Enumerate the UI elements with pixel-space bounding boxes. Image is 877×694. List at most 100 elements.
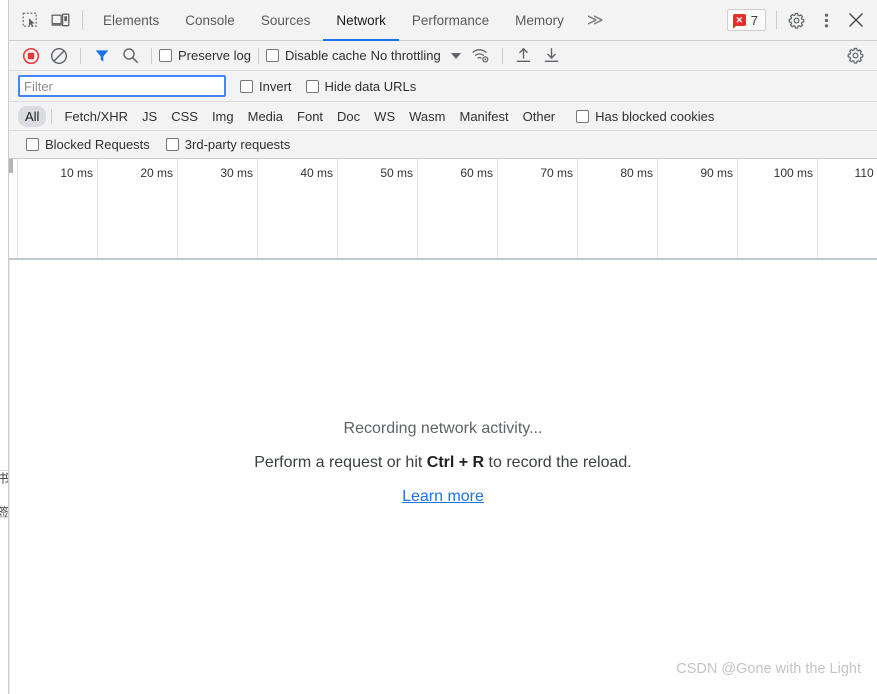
blocked-requests-label: Blocked Requests bbox=[45, 137, 150, 152]
kebab-menu-icon[interactable] bbox=[811, 0, 841, 40]
type-filter-js[interactable]: JS bbox=[135, 106, 164, 127]
type-filter-divider bbox=[51, 108, 53, 124]
devtools-tabs: Elements Console Sources Network Perform… bbox=[90, 0, 577, 41]
tab-sources[interactable]: Sources bbox=[248, 0, 324, 40]
timeline-tick-label: 50 ms bbox=[380, 166, 413, 180]
tab-console[interactable]: Console bbox=[172, 0, 248, 40]
chevron-down-icon bbox=[450, 52, 461, 59]
network-conditions-icon[interactable] bbox=[467, 43, 495, 69]
record-button[interactable] bbox=[17, 43, 45, 69]
timeline-tick-label: 60 ms bbox=[460, 166, 493, 180]
browser-vertical-label: 书签 bbox=[0, 472, 9, 540]
invert-label: Invert bbox=[259, 78, 292, 94]
more-tabs-icon[interactable]: ≫ bbox=[577, 0, 612, 40]
throttling-value: No throttling bbox=[370, 48, 441, 63]
hint-text-before: Perform a request or hit bbox=[254, 454, 427, 471]
tabbar-divider bbox=[82, 10, 83, 30]
timeline-tick-label: 40 ms bbox=[300, 166, 333, 180]
timeline-tick-label: 70 ms bbox=[540, 166, 573, 180]
tab-memory[interactable]: Memory bbox=[502, 0, 577, 40]
preserve-log-checkbox[interactable]: Preserve log bbox=[159, 48, 251, 63]
type-filter-wasm[interactable]: Wasm bbox=[402, 106, 452, 127]
timeline-tick-label: 100 ms bbox=[773, 166, 813, 180]
left-strip-divider-bottom bbox=[0, 517, 8, 518]
type-filter-img[interactable]: Img bbox=[205, 106, 241, 127]
invert-checkbox-box bbox=[240, 79, 253, 93]
learn-more-link[interactable]: Learn more bbox=[254, 488, 632, 506]
timeline-tick-label: 110 ms bbox=[854, 166, 877, 180]
timeline-tick: 20 ms bbox=[98, 159, 178, 258]
left-strip-divider-top bbox=[0, 470, 8, 471]
error-icon-glyph: ✕ bbox=[735, 14, 744, 25]
hide-data-urls-checkbox[interactable]: Hide data URLs bbox=[305, 78, 417, 94]
timeline-ruler: 10 ms 20 ms 30 ms 40 ms 50 ms 60 ms 70 m… bbox=[9, 159, 877, 258]
type-filter-font[interactable]: Font bbox=[290, 106, 330, 127]
panel-left-border bbox=[9, 260, 10, 694]
keyboard-shortcut: Ctrl + R bbox=[426, 454, 485, 471]
third-party-requests-label: 3rd-party requests bbox=[184, 137, 291, 152]
type-filter-css[interactable]: CSS bbox=[164, 106, 205, 127]
disable-cache-label: Disable cache bbox=[284, 48, 367, 63]
network-toolbar: Preserve log Disable cache No throttling bbox=[9, 41, 877, 71]
timeline-tick-label: 30 ms bbox=[220, 166, 253, 180]
timeline-tick: 90 ms bbox=[658, 159, 738, 258]
network-settings-gear-icon[interactable] bbox=[841, 43, 869, 69]
invert-checkbox[interactable]: Invert bbox=[240, 79, 292, 94]
search-icon[interactable] bbox=[116, 43, 144, 69]
resource-type-filters: All Fetch/XHR JS CSS Img Media Font Doc … bbox=[9, 102, 877, 131]
empty-state-message: Recording network activity... Perform a … bbox=[254, 420, 632, 506]
type-filter-fetch-xhr[interactable]: Fetch/XHR bbox=[57, 106, 135, 127]
type-filter-ws[interactable]: WS bbox=[367, 106, 402, 127]
recording-hint-text: Perform a request or hit Ctrl + R to rec… bbox=[254, 454, 632, 472]
timeline-tick: 100 ms bbox=[738, 159, 818, 258]
toolbar-divider-1 bbox=[80, 47, 81, 64]
type-filter-all[interactable]: All bbox=[18, 105, 47, 127]
timeline-tick: 60 ms bbox=[418, 159, 498, 258]
third-party-requests-checkbox[interactable]: 3rd-party requests bbox=[165, 137, 291, 152]
devtools-panel: Elements Console Sources Network Perform… bbox=[9, 0, 877, 694]
close-icon[interactable] bbox=[841, 0, 871, 40]
filter-input[interactable] bbox=[18, 75, 226, 97]
export-har-icon[interactable] bbox=[538, 43, 566, 69]
blocked-filters-row: Blocked Requests 3rd-party requests bbox=[9, 131, 877, 159]
timeline-tick: 80 ms bbox=[578, 159, 658, 258]
toolbar-divider-3 bbox=[257, 47, 259, 64]
network-empty-state: Recording network activity... Perform a … bbox=[9, 260, 877, 694]
type-filter-doc[interactable]: Doc bbox=[330, 106, 367, 127]
gear-icon[interactable] bbox=[781, 0, 811, 40]
devtools-tabbar: Elements Console Sources Network Perform… bbox=[9, 0, 877, 41]
timeline-tick-label: 90 ms bbox=[700, 166, 733, 180]
blocked-requests-checkbox[interactable]: Blocked Requests bbox=[26, 137, 150, 152]
filter-funnel-icon[interactable] bbox=[88, 43, 116, 69]
inspect-element-icon[interactable] bbox=[15, 0, 45, 40]
type-filter-manifest[interactable]: Manifest bbox=[452, 106, 515, 127]
error-count-badge[interactable]: ✕ 7 bbox=[726, 9, 766, 31]
overview-left-handle[interactable] bbox=[9, 159, 13, 173]
toolbar-divider-2 bbox=[151, 47, 152, 64]
clear-button[interactable] bbox=[45, 43, 73, 69]
has-blocked-cookies-label: Has blocked cookies bbox=[595, 108, 715, 124]
timeline-tick: 110 ms bbox=[818, 159, 877, 258]
disable-cache-checkbox-box bbox=[265, 49, 279, 62]
hide-data-urls-label: Hide data URLs bbox=[324, 78, 417, 94]
preserve-log-label: Preserve log bbox=[178, 48, 251, 63]
timeline-tick: 40 ms bbox=[258, 159, 338, 258]
throttling-dropdown[interactable]: No throttling bbox=[371, 48, 461, 63]
type-filter-other[interactable]: Other bbox=[516, 106, 563, 127]
timeline-tick-label: 20 ms bbox=[140, 166, 173, 180]
tab-performance[interactable]: Performance bbox=[399, 0, 502, 40]
browser-left-strip: 书签 bbox=[0, 0, 9, 694]
tab-network[interactable]: Network bbox=[323, 0, 399, 41]
timeline-tick: 50 ms bbox=[338, 159, 418, 258]
type-filter-media[interactable]: Media bbox=[241, 106, 290, 127]
error-icon: ✕ bbox=[732, 14, 746, 29]
has-blocked-cookies-checkbox[interactable]: Has blocked cookies bbox=[576, 109, 714, 124]
disable-cache-checkbox[interactable]: Disable cache bbox=[265, 48, 367, 63]
tab-elements[interactable]: Elements bbox=[90, 0, 172, 40]
timeline-lead bbox=[9, 159, 18, 258]
third-party-requests-checkbox-box bbox=[165, 138, 179, 151]
device-toolbar-icon[interactable] bbox=[45, 0, 75, 40]
hide-data-urls-checkbox-box bbox=[305, 79, 319, 93]
network-overview-timeline[interactable]: 10 ms 20 ms 30 ms 40 ms 50 ms 60 ms 70 m… bbox=[9, 159, 877, 260]
import-har-icon[interactable] bbox=[510, 43, 538, 69]
